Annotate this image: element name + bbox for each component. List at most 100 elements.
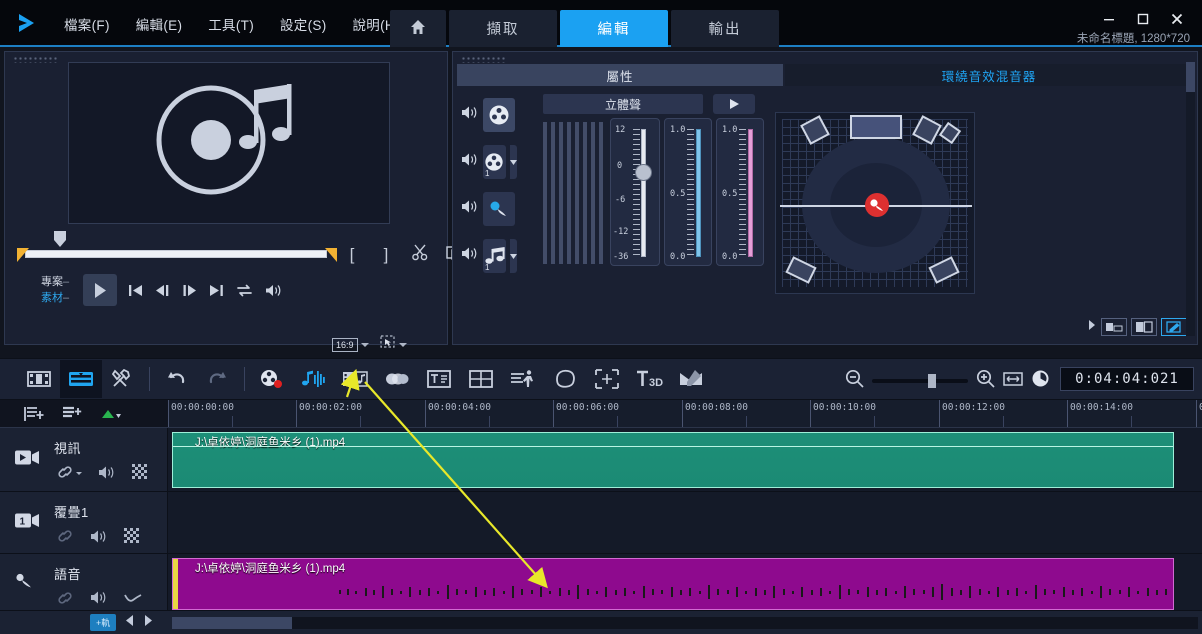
volume-fader[interactable]: 12 0 -6 -12 -36 bbox=[610, 118, 660, 266]
duration-icon[interactable] bbox=[1031, 369, 1050, 393]
speaker-icon-video[interactable] bbox=[461, 152, 479, 172]
maximize-button[interactable] bbox=[1126, 6, 1160, 32]
aspect-ratio-control[interactable]: 16:9 bbox=[332, 335, 407, 354]
fade-icon[interactable] bbox=[124, 592, 142, 604]
volume-icon[interactable] bbox=[264, 283, 283, 298]
mixer-channel-voice[interactable] bbox=[461, 190, 517, 228]
split-view-icon[interactable] bbox=[1131, 318, 1157, 336]
motion-tracker-icon[interactable] bbox=[502, 360, 544, 398]
mark-in-button[interactable]: [ bbox=[342, 245, 362, 265]
trim-out-handle[interactable] bbox=[325, 248, 337, 262]
track-header-overlay[interactable]: 1 覆疊1 bbox=[0, 492, 168, 553]
link-icon[interactable] bbox=[56, 465, 82, 479]
fader-rail[interactable] bbox=[641, 129, 646, 257]
tab-properties[interactable]: 屬性 bbox=[457, 64, 783, 86]
timeline-view-icon[interactable] bbox=[60, 360, 102, 398]
preview-mode-project[interactable]: 專案– bbox=[41, 274, 83, 290]
media-room-icon[interactable] bbox=[334, 360, 376, 398]
fit-to-window-icon[interactable] bbox=[1003, 371, 1023, 392]
timeline-clip-audio[interactable]: J:\卓依婷\洞庭鱼米乡 (1).mp4 bbox=[172, 558, 1174, 610]
audio-mixer-icon[interactable] bbox=[292, 360, 334, 398]
menu-edit[interactable]: 編輯(E) bbox=[124, 10, 195, 38]
scissors-icon[interactable] bbox=[410, 244, 430, 266]
speaker-icon-music[interactable] bbox=[461, 246, 479, 266]
horizontal-scrollbar-thumb[interactable] bbox=[172, 616, 292, 629]
mixer-play-button[interactable] bbox=[713, 94, 755, 114]
tab-edit[interactable]: 編輯 bbox=[560, 10, 668, 47]
tools-icon[interactable] bbox=[102, 360, 144, 398]
track-area-video[interactable]: J:\卓依婷\洞庭鱼米乡 (1).mp4 bbox=[168, 428, 1202, 491]
zoom-slider[interactable] bbox=[872, 374, 968, 388]
next-frame-button[interactable] bbox=[181, 283, 198, 298]
minimize-button[interactable] bbox=[1092, 6, 1126, 32]
close-button[interactable] bbox=[1160, 6, 1194, 32]
next-clip-button[interactable] bbox=[208, 283, 225, 298]
menu-settings[interactable]: 設定(S) bbox=[268, 10, 339, 38]
surround-position-marker[interactable] bbox=[865, 193, 889, 217]
blending-icon[interactable] bbox=[670, 360, 712, 398]
repeat-icon[interactable] bbox=[235, 283, 254, 298]
fader-knob[interactable] bbox=[635, 164, 652, 181]
mask-icon[interactable] bbox=[132, 464, 148, 480]
speaker-icon-voice[interactable] bbox=[461, 199, 479, 219]
multicam-icon[interactable] bbox=[460, 360, 502, 398]
timeline-clip-video[interactable]: J:\卓依婷\洞庭鱼米乡 (1).mp4 bbox=[172, 432, 1174, 488]
mask-icon-overlay[interactable] bbox=[124, 528, 140, 544]
mute-icon-overlay[interactable] bbox=[90, 529, 108, 544]
add-track-button[interactable]: +軌 bbox=[90, 614, 117, 631]
track-header-voice[interactable]: 語音 bbox=[0, 554, 168, 611]
trim-in-handle[interactable] bbox=[17, 248, 29, 262]
chevron-down-icon[interactable] bbox=[360, 342, 369, 351]
mute-icon-voice[interactable] bbox=[90, 590, 108, 605]
horizontal-scrollbar-track[interactable] bbox=[172, 616, 1198, 629]
scrubber-track[interactable] bbox=[25, 250, 327, 258]
tab-produce[interactable]: 輸出 bbox=[671, 10, 779, 47]
timeline-ruler[interactable]: 00:00:00:00 00:00:02:00 00:00:04:00 00:0… bbox=[168, 400, 1202, 428]
edit-view-icon[interactable] bbox=[1161, 318, 1187, 336]
film-reel-video-icon[interactable]: 1 bbox=[483, 145, 506, 179]
zoom-in-icon[interactable] bbox=[976, 369, 995, 393]
mixer-grip-handle[interactable] bbox=[461, 56, 507, 63]
undo-icon[interactable] bbox=[155, 360, 197, 398]
crop-zoom-pan-icon[interactable] bbox=[586, 360, 628, 398]
link-icon-overlay[interactable] bbox=[56, 529, 74, 543]
mask-designer-icon[interactable] bbox=[544, 360, 586, 398]
mixer-vertical-scrollbar[interactable] bbox=[1186, 62, 1195, 336]
filmstrip-view-icon[interactable] bbox=[1101, 318, 1127, 336]
music-chevron-down-icon[interactable] bbox=[509, 239, 517, 273]
redo-icon[interactable] bbox=[197, 360, 239, 398]
mixer-channel-master[interactable] bbox=[461, 96, 517, 134]
level-meter-right[interactable]: 1.0 0.5 0.0 bbox=[716, 118, 764, 266]
previous-clip-button[interactable] bbox=[127, 283, 144, 298]
marquee-select-icon[interactable] bbox=[379, 335, 396, 354]
film-reel-icon[interactable] bbox=[483, 98, 515, 132]
keyframe-icon[interactable] bbox=[100, 407, 122, 421]
record-voice-icon[interactable] bbox=[250, 360, 292, 398]
zoom-slider-knob[interactable] bbox=[928, 374, 936, 388]
previous-frame-button[interactable] bbox=[154, 283, 171, 298]
storyboard-view-icon[interactable] bbox=[18, 360, 60, 398]
mixer-channel-music[interactable]: 1 bbox=[461, 237, 517, 275]
region-chevron-down-icon[interactable] bbox=[398, 342, 407, 351]
scrollbar-thumb[interactable] bbox=[1186, 62, 1195, 92]
preview-scrubber[interactable] bbox=[15, 231, 337, 266]
add-track-icon[interactable] bbox=[62, 406, 82, 422]
preview-mode-clip[interactable]: 素材– bbox=[41, 290, 83, 306]
stereo-mode-select[interactable]: 立體聲 bbox=[543, 94, 703, 114]
scroll-left-button[interactable] bbox=[124, 614, 135, 632]
music-note-icon[interactable]: 1 bbox=[483, 239, 506, 273]
timeline-timecode[interactable]: 0:04:04:021 bbox=[1060, 367, 1194, 391]
speaker-icon[interactable] bbox=[461, 105, 479, 125]
level-meter-left[interactable]: 1.0 0.5 0.0 bbox=[664, 118, 712, 266]
scroll-right-button[interactable] bbox=[143, 614, 154, 632]
link-icon-voice[interactable] bbox=[56, 591, 74, 605]
title-icon[interactable] bbox=[418, 360, 460, 398]
transition-icon[interactable] bbox=[376, 360, 418, 398]
menu-file[interactable]: 檔案(F) bbox=[52, 10, 122, 38]
track-header-video[interactable]: 視訊 bbox=[0, 428, 168, 491]
panel-expand-icon[interactable] bbox=[1087, 318, 1097, 336]
mixer-channel-video[interactable]: 1 bbox=[461, 143, 517, 181]
zoom-out-icon[interactable] bbox=[845, 369, 864, 393]
track-area-overlay[interactable] bbox=[168, 492, 1202, 553]
mute-icon[interactable] bbox=[98, 465, 116, 480]
